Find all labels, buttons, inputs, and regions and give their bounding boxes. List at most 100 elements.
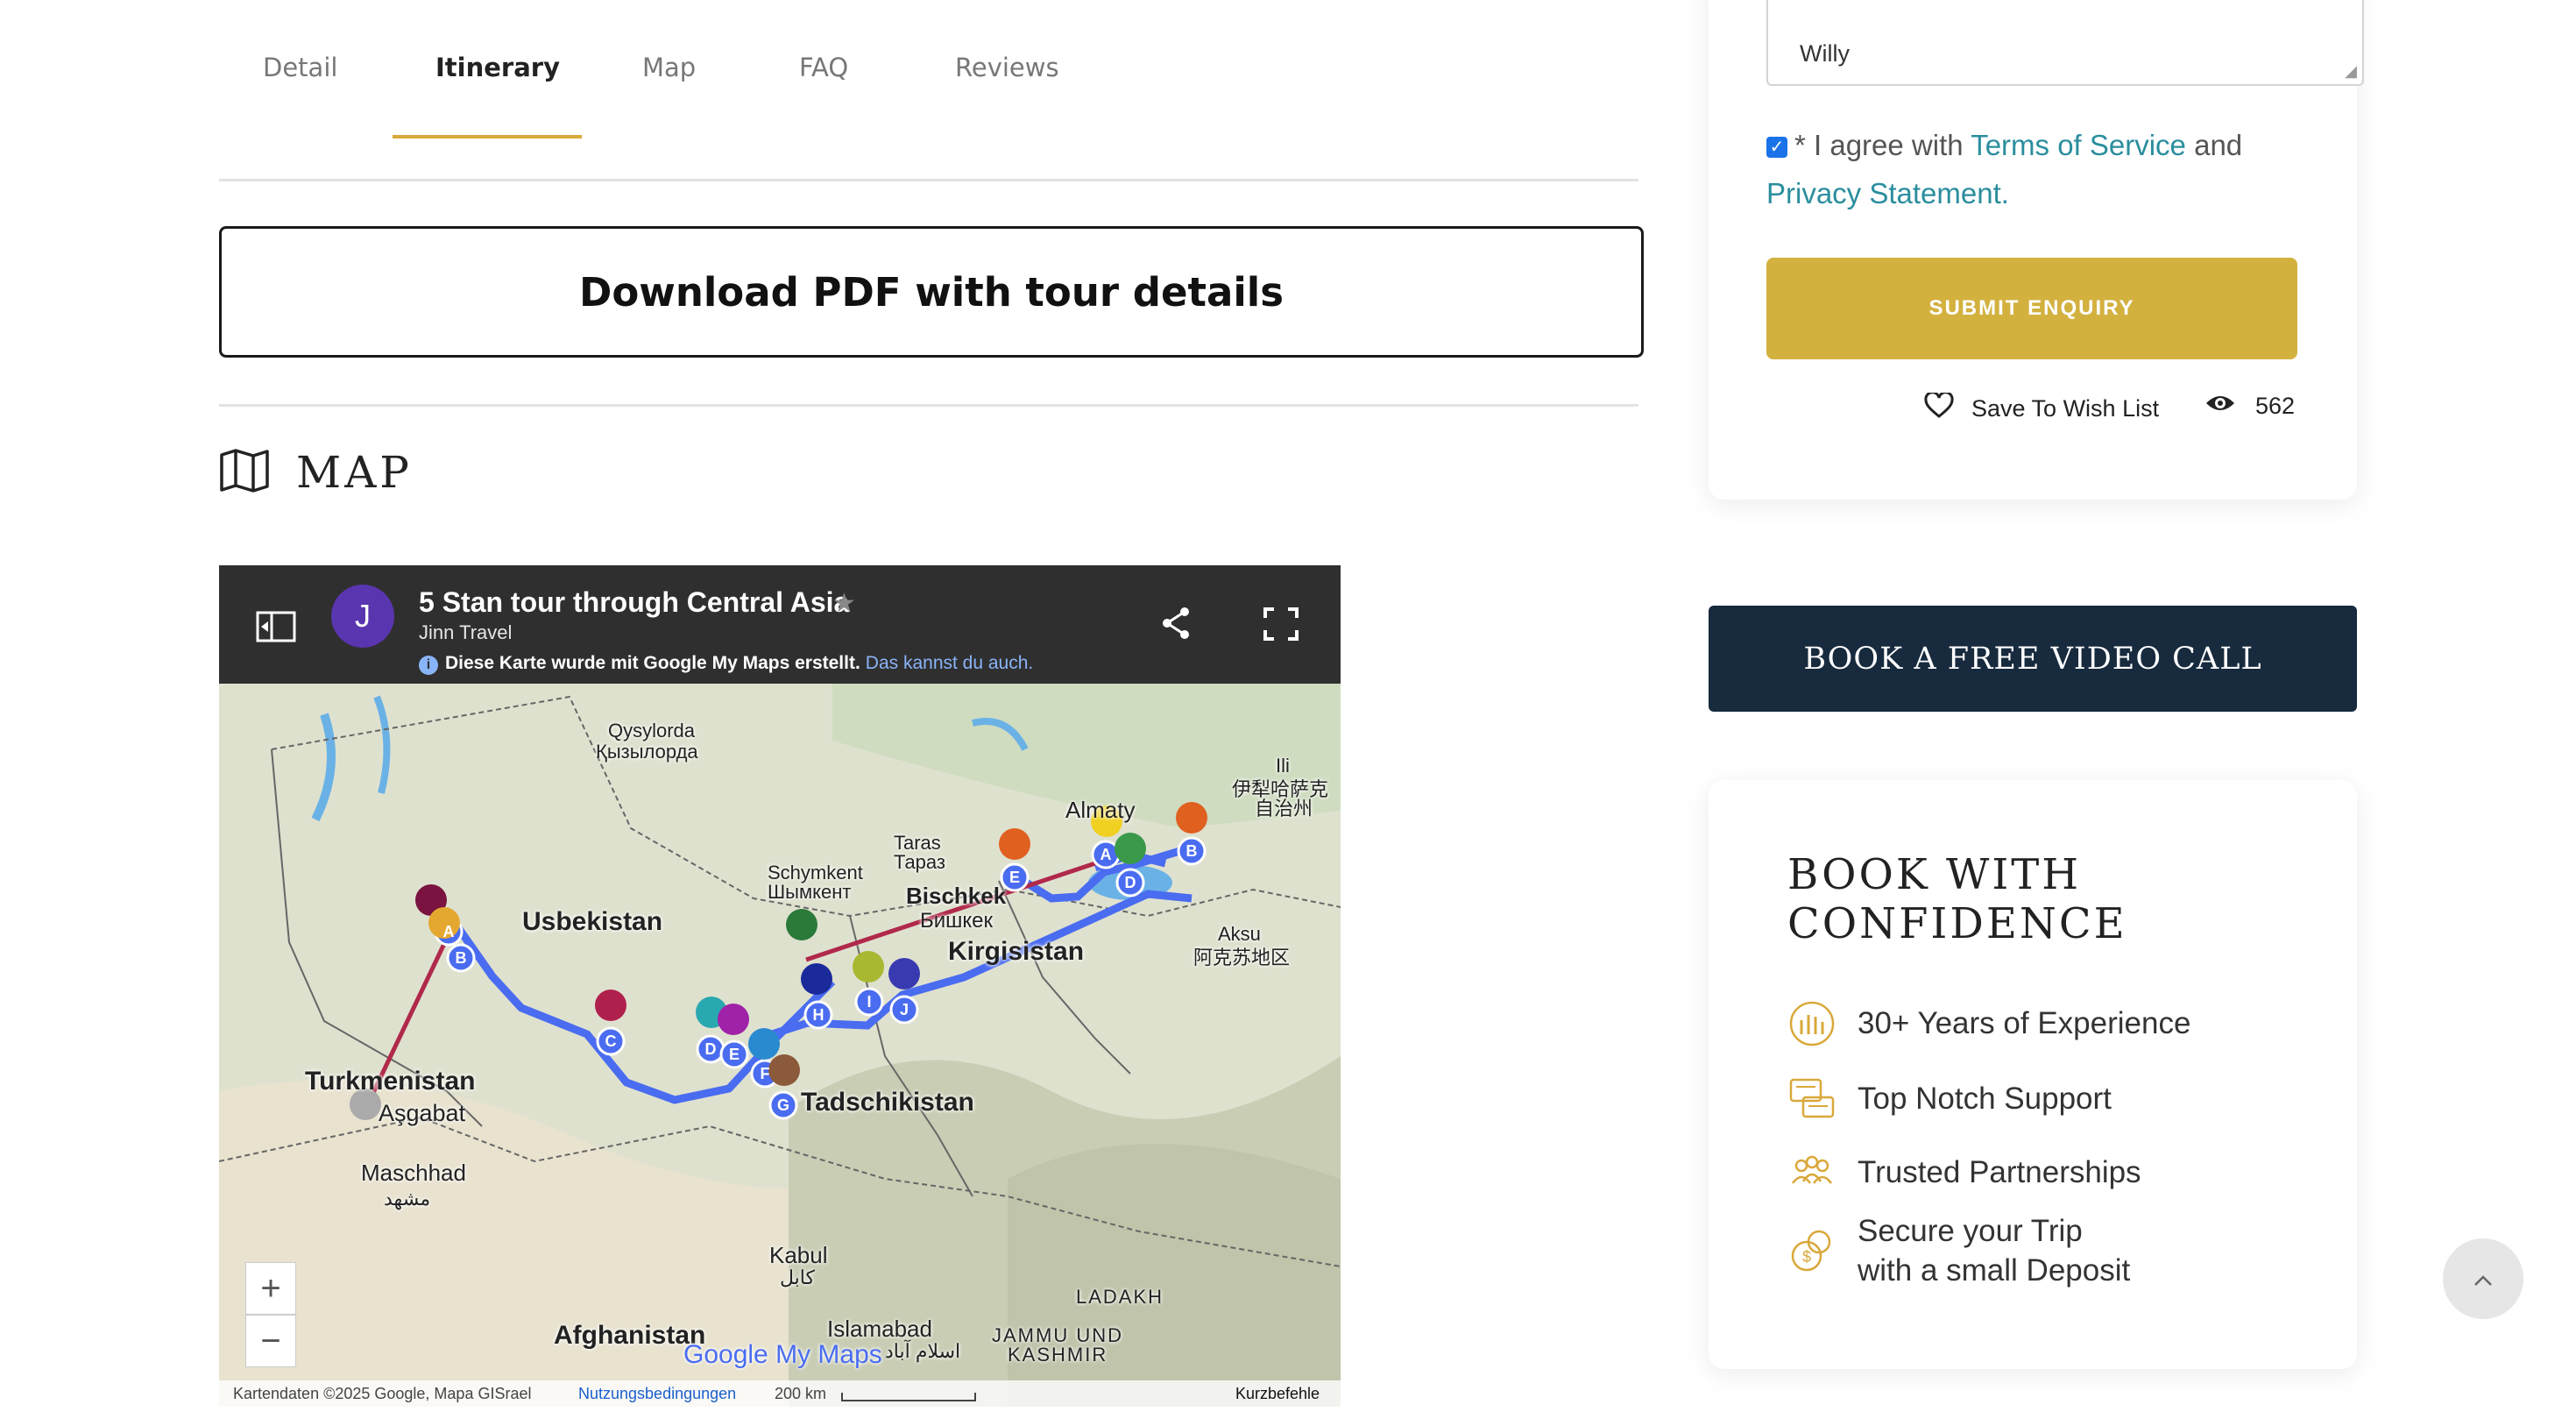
zoom-in-button[interactable]: + [245, 1262, 296, 1315]
section-divider [219, 404, 1638, 407]
views-count: 562 [2255, 393, 2296, 419]
svg-text:J: J [900, 1001, 909, 1018]
tabs-divider [219, 179, 1638, 181]
feature-support-label: Top Notch Support [1858, 1082, 2112, 1116]
book-video-call-button[interactable]: BOOK A FREE VIDEO CALL [1709, 606, 2357, 712]
map-shortcuts-link[interactable]: Kurzbefehle [1235, 1385, 1320, 1403]
privacy-link[interactable]: Privacy Statement. [1766, 177, 2009, 209]
fullscreen-icon[interactable] [1263, 607, 1299, 645]
map-label-kashmir: KASHMIR [1008, 1344, 1108, 1366]
map-label-asgabat: Aşgabat [379, 1100, 466, 1126]
confidence-title: BOOK WITH CONFIDENCE [1787, 850, 2127, 948]
map-section-title: MAP [296, 447, 413, 498]
svg-text:B: B [1186, 842, 1198, 860]
map-section-heading: MAP [219, 447, 413, 498]
svg-text:B: B [456, 949, 467, 967]
map-label-islamabad: Islamabad [827, 1316, 932, 1342]
resize-handle-icon[interactable]: ◢ [2345, 62, 2357, 81]
agree-checkbox[interactable]: ✓ [1766, 137, 1787, 159]
experience-icon [1787, 999, 1836, 1048]
svg-text:D: D [1125, 874, 1136, 891]
svg-text:A: A [1100, 846, 1112, 863]
chevron-up-icon [2473, 1264, 2493, 1294]
feature-partnerships: Trusted Partnerships [1787, 1148, 2141, 1197]
feature-deposit: $ Secure your Trip with a small Deposit [1787, 1211, 2130, 1290]
map-label-kabul: Kabul [769, 1242, 828, 1268]
wishlist-label: Save To Wish List [1971, 395, 2160, 422]
svg-text:D: D [705, 1040, 717, 1058]
tab-itinerary[interactable]: Itinerary [435, 53, 560, 82]
svg-text:F: F [761, 1065, 770, 1082]
svg-text:H: H [813, 1006, 824, 1024]
map-label-kabul-fa: کابل [780, 1266, 815, 1288]
map-title: 5 Stan tour through Central Asia [419, 586, 850, 618]
deposit-icon: $ [1787, 1226, 1836, 1275]
map-label-qysylorda: Qysylorda [608, 720, 696, 741]
svg-text:I: I [867, 993, 871, 1011]
map-label-kirgisistan: Kirgisistan [948, 937, 1085, 966]
terms-link[interactable]: Terms of Service [1971, 129, 2186, 161]
feature-experience-label: 30+ Years of Experience [1858, 1006, 2191, 1040]
map-scale: 200 km [775, 1385, 827, 1402]
svg-text:G: G [777, 1096, 789, 1114]
share-icon[interactable] [1160, 606, 1192, 645]
map-label-qysylorda-cyr: Қызылорда [596, 741, 698, 763]
active-tab-underline [393, 135, 582, 138]
map-label-ili-zh2: 自治州 [1255, 798, 1313, 819]
feature-partnerships-label: Trusted Partnerships [1858, 1155, 2141, 1189]
sidebar-toggle-icon[interactable] [256, 611, 296, 647]
map-label-ladakh: LADAKH [1076, 1286, 1164, 1308]
map-label-usbekistan: Usbekistan [522, 907, 663, 936]
svg-text:$: $ [1802, 1248, 1811, 1266]
map-label-aksu-zh: 阿克苏地区 [1193, 947, 1291, 968]
svg-text:E: E [729, 1046, 740, 1063]
map-author: Jinn Travel [419, 621, 513, 643]
download-pdf-button[interactable]: Download PDF with tour details [219, 226, 1644, 358]
map-label-almaty: Almaty [1065, 797, 1136, 823]
map-label-schymkent-cyr: Шымкент [768, 881, 852, 903]
feature-deposit-label: Secure your Trip [1858, 1214, 2083, 1248]
map-label-bischkek-cyr: Бишкек [920, 909, 994, 933]
message-text: Willy [1800, 40, 1850, 67]
map-label-tadschikistan: Tadschikistan [801, 1088, 974, 1117]
svg-text:E: E [1009, 869, 1020, 886]
tab-detail[interactable]: Detail [263, 53, 337, 82]
message-textarea[interactable]: Willy ◢ [1766, 0, 2364, 86]
map-note-link[interactable]: Das kannst du auch. [866, 653, 1033, 673]
map-attribution: Kartendaten ©2025 Google, Mapa GISrael [233, 1385, 532, 1402]
partnership-icon [1787, 1148, 1836, 1197]
agree-prefix: * I agree with [1794, 129, 1964, 161]
feature-deposit-label-2: with a small Deposit [1858, 1253, 2131, 1288]
save-to-wishlist[interactable]: Save To Wish List [1924, 391, 2160, 425]
map-label-bischkek: Bischkek [906, 883, 1007, 909]
feature-experience: 30+ Years of Experience [1787, 999, 2190, 1048]
support-icon [1787, 1075, 1836, 1124]
star-icon[interactable]: ★ [832, 588, 856, 619]
submit-enquiry-button[interactable]: SUBMIT ENQUIRY [1766, 258, 2297, 359]
map-footer: Kartendaten ©2025 Google, Mapa GISrael N… [219, 1380, 1341, 1407]
agree-terms: ✓ * I agree with Terms of Service and Pri… [1766, 121, 2310, 217]
eye-icon [2204, 393, 2236, 420]
info-icon: i [419, 656, 438, 675]
tab-map[interactable]: Map [642, 53, 696, 82]
tab-faq[interactable]: FAQ [799, 53, 848, 82]
map-header: J 5 Stan tour through Central Asia ★ Jin… [219, 565, 1341, 684]
zoom-out-button[interactable]: − [245, 1315, 296, 1367]
avatar[interactable]: J [331, 585, 394, 648]
map-label-maschhad: Maschhad [361, 1160, 466, 1186]
svg-text:C: C [605, 1032, 617, 1050]
map-note-text: Diese Karte wurde mit Google My Maps ers… [445, 653, 860, 673]
svg-text:A: A [443, 923, 455, 940]
map-label-turkmenistan: Turkmenistan [305, 1067, 476, 1096]
google-my-maps-watermark: Google My Maps [683, 1340, 882, 1369]
scroll-to-top-button[interactable] [2443, 1238, 2523, 1319]
view-count: 562 [2204, 393, 2295, 420]
map-terms-link[interactable]: Nutzungsbedingungen [578, 1385, 736, 1403]
map-label-taras-cyr: Тараз [894, 851, 945, 873]
map-scale-bar [841, 1393, 976, 1401]
map-embed[interactable]: ABC DEF GHI JEA DB Qysylorda Қызылорда U… [219, 565, 1341, 1407]
tab-reviews[interactable]: Reviews [955, 53, 1059, 82]
feature-support: Top Notch Support [1787, 1075, 2112, 1124]
agree-and: and [2194, 129, 2243, 161]
heart-icon [1924, 391, 1954, 425]
